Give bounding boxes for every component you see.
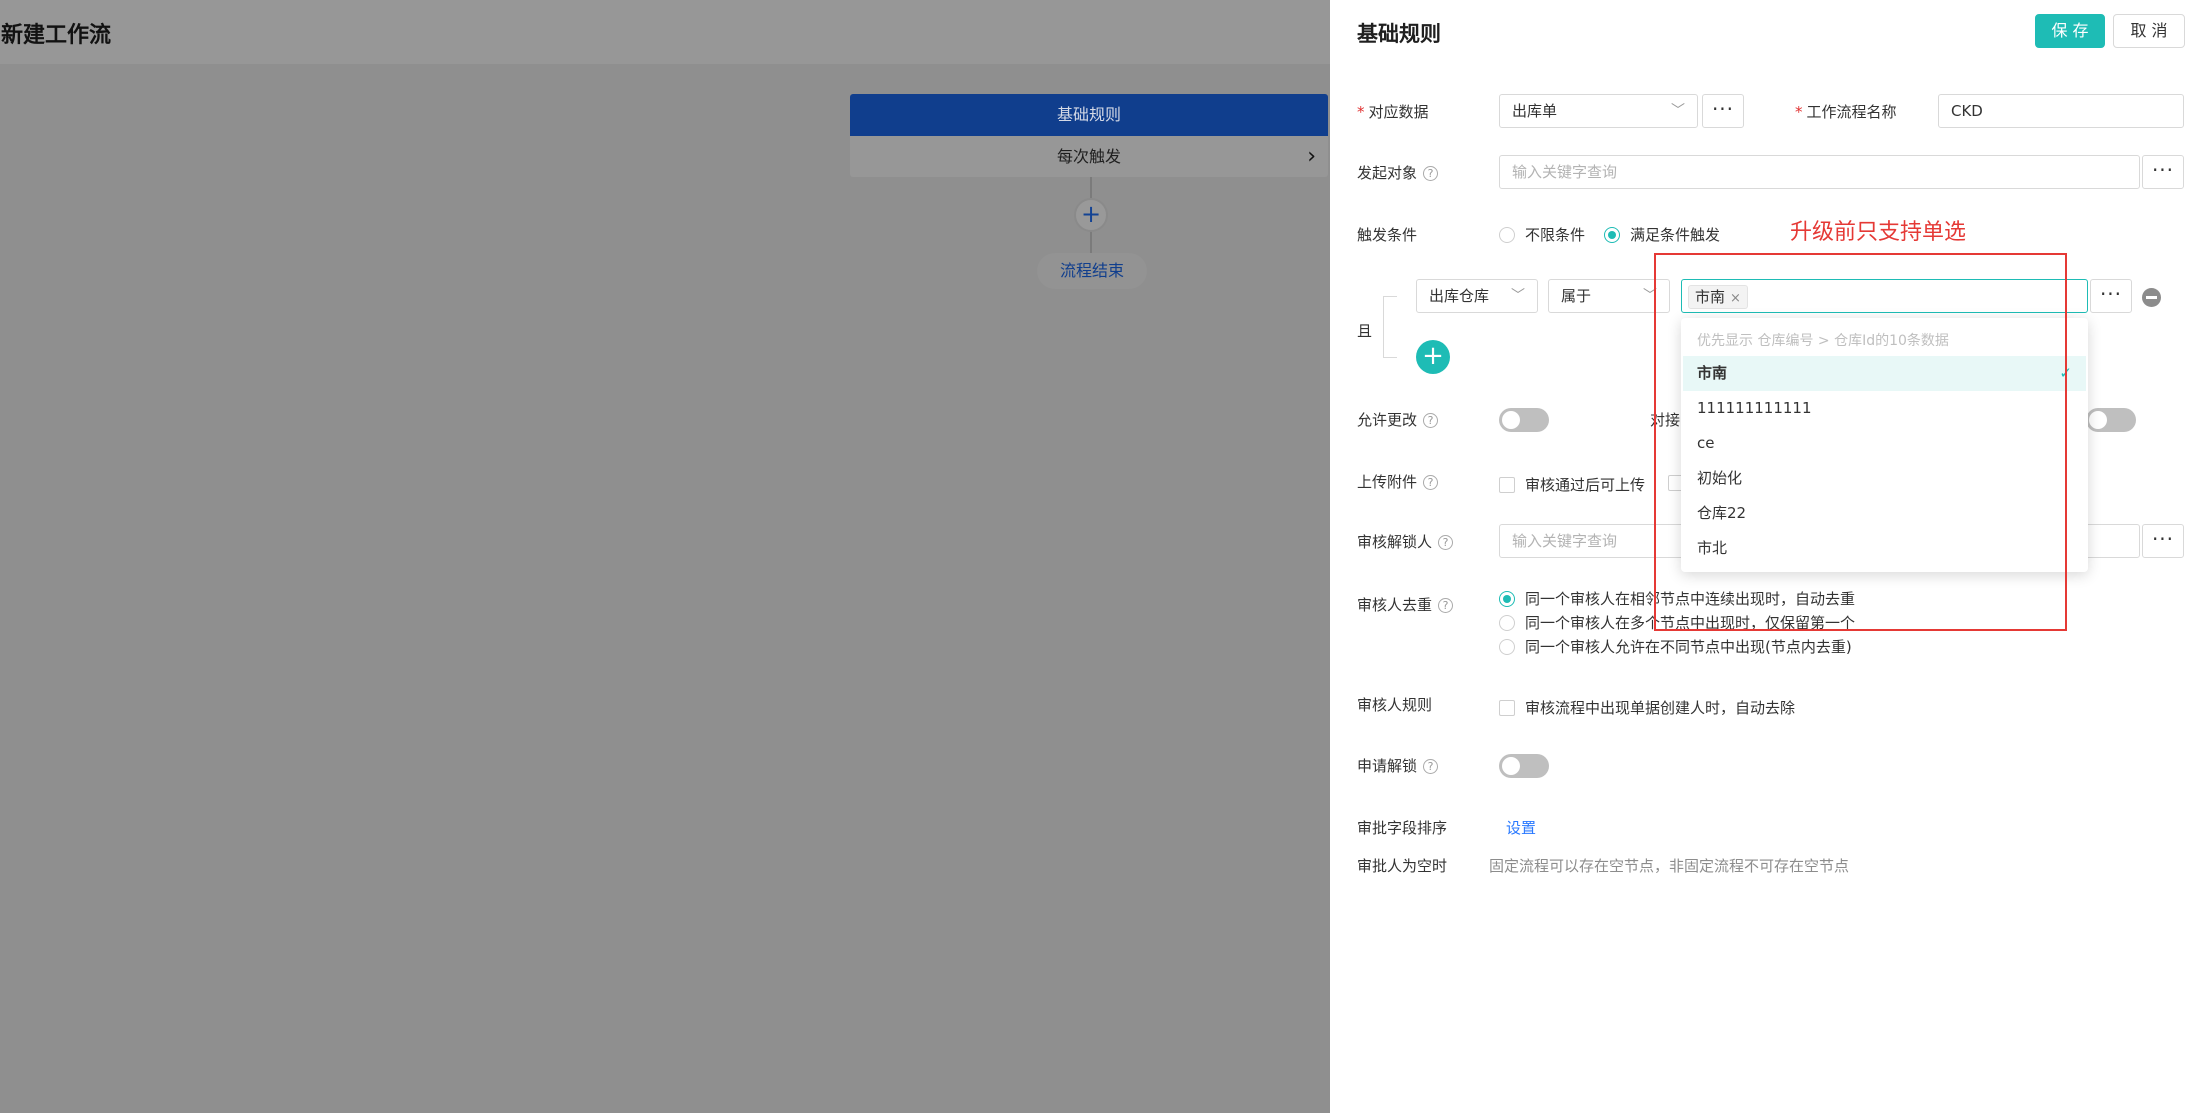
dedup-opt3-label: 同一个审核人允许在不同节点中出现(节点内去重) — [1525, 638, 1852, 656]
add-condition-button[interactable]: + — [1416, 340, 1450, 374]
save-button[interactable]: 保 存 — [2035, 14, 2105, 48]
data-label-text: 对应数据 — [1368, 103, 1429, 121]
flow-node-title: 基础规则 — [850, 94, 1328, 136]
flow-node-subtitle: 每次触发 — [1056, 147, 1121, 166]
help-icon: ? — [1438, 598, 1454, 613]
remove-condition-icon[interactable] — [2142, 288, 2161, 307]
condition-field-value: 出库仓库 — [1429, 287, 1490, 305]
data-select[interactable]: 出库单 ﹀ — [1499, 94, 1698, 128]
unlocker-more-button[interactable]: ··· — [2142, 524, 2184, 558]
required-mark: * — [1357, 103, 1365, 121]
help-icon: ? — [1423, 759, 1439, 774]
unlocker-label-text: 审核解锁人 — [1357, 533, 1433, 551]
help-icon: ? — [1423, 166, 1439, 181]
apply-unlock-label-text: 申请解锁 — [1357, 757, 1418, 775]
required-mark: * — [1795, 103, 1803, 121]
field-order-label: 审批字段排序 — [1357, 819, 1448, 837]
flow-end-node: 流程结束 — [1037, 253, 1147, 289]
chevron-right-icon: › — [1307, 144, 1316, 169]
radio-icon — [1499, 639, 1515, 655]
apply-unlock-label: 申请解锁? — [1357, 755, 1439, 776]
trigger-label: 触发条件 — [1357, 226, 1418, 244]
radio-checked-icon — [1604, 227, 1620, 243]
canvas-header: 新建工作流 — [0, 0, 1330, 64]
radio-icon — [1499, 227, 1515, 243]
dedup-label: 审核人去重? — [1357, 594, 1454, 615]
allow-edit-label: 允许更改? — [1357, 409, 1439, 430]
rule-opt-label: 审核流程中出现单据创建人时，自动去除 — [1525, 699, 1796, 717]
name-label-text: 工作流程名称 — [1806, 103, 1897, 121]
remove-creator-checkbox[interactable]: 审核流程中出现单据创建人时，自动去除 — [1499, 697, 1795, 718]
help-icon: ? — [1423, 475, 1439, 490]
condition-more-button[interactable]: ··· — [2090, 279, 2132, 313]
unlocker-label: 审核解锁人? — [1357, 531, 1454, 552]
field-order-settings-link[interactable]: 设置 — [1506, 817, 1536, 838]
empty-approver-label: 审批人为空时 — [1357, 857, 1448, 875]
and-label: 且 — [1357, 322, 1373, 340]
annotation-box — [1654, 253, 2067, 631]
workflow-name-input[interactable]: CKD — [1938, 94, 2184, 128]
drawer-title: 基础规则 — [1357, 22, 1441, 46]
checkbox-icon — [1499, 477, 1515, 493]
radio-checked-icon — [1499, 591, 1515, 607]
help-icon: ? — [1438, 535, 1454, 550]
workflow-canvas: 新建工作流 基础规则 每次触发 › + 流程结束 — [0, 0, 1330, 1113]
flow-node-basic-rule[interactable]: 基础规则 每次触发 › — [850, 94, 1328, 177]
dedup-label-text: 审核人去重 — [1357, 596, 1433, 614]
checkbox-icon — [1499, 700, 1515, 716]
initiator-label: 发起对象? — [1357, 162, 1439, 183]
page-title: 新建工作流 — [1, 23, 112, 48]
apply-unlock-toggle[interactable] — [1499, 754, 1549, 778]
upload-after-approve-checkbox[interactable]: 审核通过后可上传 — [1499, 474, 1645, 495]
flow-node-trigger[interactable]: 每次触发 › — [850, 136, 1328, 177]
upload-label-text: 上传附件 — [1357, 473, 1418, 491]
allow-edit-label-text: 允许更改 — [1357, 411, 1418, 429]
chevron-down-icon: ﹀ — [1511, 288, 1525, 304]
approver-rule-label: 审核人规则 — [1357, 696, 1433, 714]
initiator-label-text: 发起对象 — [1357, 164, 1418, 182]
radio-icon — [1499, 615, 1515, 631]
dock-toggle[interactable] — [2086, 408, 2136, 432]
condition-operator-value: 属于 — [1561, 287, 1592, 305]
trigger-opt1-label: 不限条件 — [1525, 226, 1586, 244]
condition-operator-select[interactable]: 属于 ﹀ — [1548, 279, 1670, 313]
condition-bracket — [1383, 296, 1397, 358]
trigger-unlimited-radio[interactable]: 不限条件 — [1499, 224, 1585, 245]
cancel-button[interactable]: 取 消 — [2113, 14, 2185, 48]
dedup-in-node-radio[interactable]: 同一个审核人允许在不同节点中出现(节点内去重) — [1499, 636, 1852, 657]
initiator-input[interactable]: 输入关键字查询 — [1499, 155, 2140, 189]
help-icon: ? — [1423, 413, 1439, 428]
upload-opt-label: 审核通过后可上传 — [1525, 476, 1646, 494]
rule-drawer: 基础规则 保 存 取 消 * 对应数据 出库单 ﹀ ··· * 工作流程名称 CKD… — [1330, 0, 2207, 1113]
annotation-text: 升级前只支持单选 — [1790, 220, 1967, 245]
name-label: * 工作流程名称 — [1795, 101, 1897, 122]
initiator-more-button[interactable]: ··· — [2142, 155, 2184, 189]
data-more-button[interactable]: ··· — [1702, 94, 1744, 128]
allow-edit-toggle[interactable] — [1499, 408, 1549, 432]
trigger-condition-radio[interactable]: 满足条件触发 — [1604, 224, 1720, 245]
add-node-button[interactable]: + — [1074, 198, 1108, 232]
upload-label: 上传附件? — [1357, 471, 1439, 492]
empty-approver-desc: 固定流程可以存在空节点，非固定流程不可存在空节点 — [1489, 857, 1850, 875]
data-label: * 对应数据 — [1357, 101, 1429, 122]
chevron-down-icon: ﹀ — [1671, 103, 1685, 119]
condition-field-select[interactable]: 出库仓库 ﹀ — [1416, 279, 1538, 313]
data-select-value: 出库单 — [1512, 102, 1558, 120]
trigger-opt2-label: 满足条件触发 — [1630, 226, 1721, 244]
